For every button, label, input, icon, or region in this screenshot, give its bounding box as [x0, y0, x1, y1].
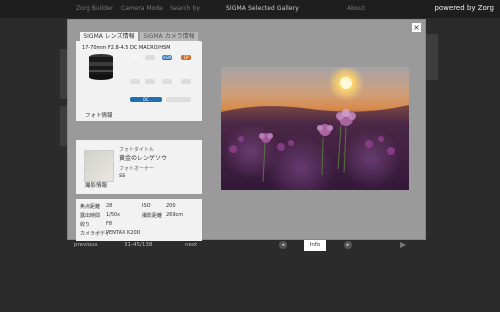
powered-by: powered by Zorg	[434, 4, 494, 12]
play-icon[interactable]: ▶	[400, 240, 406, 249]
exif-label-iso: ISO	[142, 203, 151, 209]
previous-link[interactable]: previous	[74, 242, 98, 248]
exif-label-focal-length: 焦点距離	[80, 204, 101, 210]
badge-hsm: HSM	[162, 55, 172, 60]
exif-label-exposure: 露出時間	[80, 213, 101, 219]
exif-value-camera: PENTAX K20D	[106, 230, 141, 236]
exif-label-distance: 撮影距離	[142, 213, 163, 219]
nav-link-search-by[interactable]: Search by	[170, 5, 200, 12]
photo-owner-value: ss	[119, 172, 126, 179]
photo-info-tab[interactable]: フォト情報	[80, 112, 118, 120]
tab-lens-info[interactable]: SIGMA レンズ情報	[80, 32, 138, 41]
photo-owner-label: フォトオーナー	[119, 166, 155, 172]
badge-1p: 1P	[181, 55, 191, 60]
info-button[interactable]: Info	[304, 240, 326, 251]
lens-image	[89, 54, 113, 80]
lightbox-controls: previous 31-45/138 next ◂ Info ▸	[68, 240, 425, 251]
previous-arrow-icon[interactable]: ◂	[279, 241, 287, 249]
badge-placeholder	[130, 79, 140, 84]
badge-placeholder	[145, 79, 155, 84]
badge-placeholder	[181, 79, 191, 84]
lens-name: 17-70mm F2.8-4.5 DC MACRO/HSM	[82, 45, 171, 51]
badge-placeholder	[162, 79, 172, 84]
exif-value-iso: 200	[166, 203, 176, 209]
exif-value-exposure: 1/50s	[106, 212, 120, 218]
exif-value-distance: 269cm	[166, 212, 184, 218]
photo-counter: 31-45/138	[124, 242, 153, 248]
next-link[interactable]: next	[185, 242, 197, 248]
sunset-flower-photo	[221, 67, 409, 190]
top-bar: Zorg Builder Camera Mode Search by SIGMA…	[0, 0, 500, 18]
badge-placeholder-wide	[166, 97, 191, 102]
nav-link-zorg-builder[interactable]: Zorg Builder	[76, 5, 113, 12]
badge-dc: DC	[130, 97, 162, 102]
exif-label-aperture: 絞り	[80, 222, 91, 228]
exif-value-focal-length: 28	[106, 203, 113, 209]
badge-empty	[145, 55, 155, 60]
photo-owner-avatar	[84, 150, 114, 182]
next-arrow-icon[interactable]: ▸	[344, 241, 352, 249]
lens-info-panel: 17-70mm F2.8-4.5 DC MACRO/HSM ASP HSM 1P…	[76, 41, 202, 121]
exif-info-tab[interactable]: 撮影情報	[80, 182, 113, 190]
close-icon[interactable]: ×	[412, 23, 421, 32]
nav-link-camera-mode[interactable]: Camera Mode	[121, 5, 163, 12]
main-photo	[221, 67, 409, 190]
exif-info-panel: 焦点距離 28 ISO 200 露出時間 1/50s 撮影距離 269cm 絞り…	[76, 199, 202, 241]
exif-value-aperture: F8	[106, 221, 113, 227]
gallery-title: SIGMA Selected Gallery	[226, 5, 299, 12]
photo-title-value: 黄金のレンゲソウ	[119, 155, 168, 162]
tab-camera-info[interactable]: SIGMA カメラ情報	[140, 32, 198, 41]
photo-title-label: フォトタイトル	[119, 147, 155, 153]
badge-asp: ASP	[131, 55, 139, 60]
lightbox-modal: × SIGMA レンズ情報 SIGMA カメラ情報 17-70mm F2.8-4…	[68, 20, 425, 241]
nav-link-about[interactable]: About	[347, 5, 365, 12]
